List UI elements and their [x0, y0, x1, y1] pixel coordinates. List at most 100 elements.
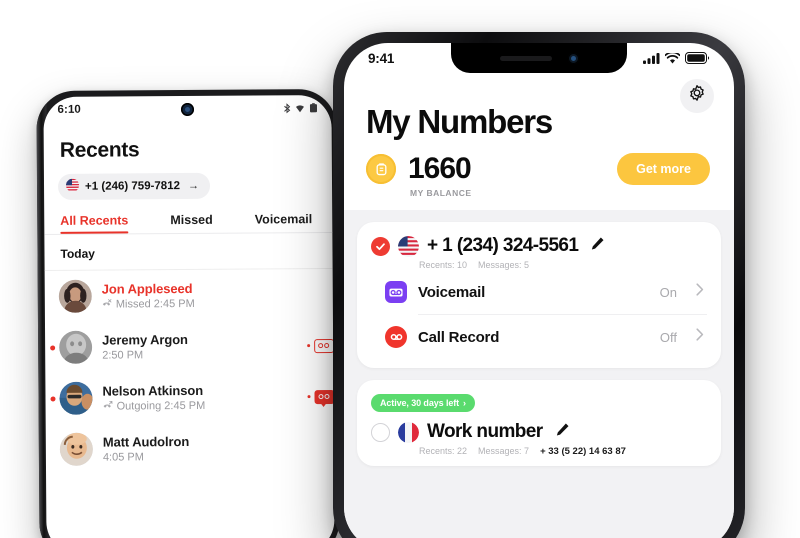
coin-icon	[366, 154, 396, 184]
messages-count: Messages: 5	[478, 260, 530, 270]
ios-status-bar: 9:41	[344, 43, 734, 73]
recents-count: Recents: 22	[419, 446, 468, 456]
number-card[interactable]: Active, 30 days left › Work number Recen…	[357, 380, 721, 466]
contact-name: Jon Appleseed	[101, 280, 193, 297]
us-flag-icon	[65, 178, 80, 195]
call-time: 2:50 PM	[102, 349, 144, 362]
contact-name: Nelson Atkinson	[102, 382, 204, 399]
pencil-icon[interactable]	[590, 236, 605, 256]
number-card[interactable]: + 1 (234) 324-5561 Recents: 10 Messages:…	[357, 222, 721, 368]
status-badge-text: Active, 30 days left	[380, 398, 460, 408]
battery-icon	[309, 103, 318, 113]
active-number-chip[interactable]: +1 (246) 759-7812 →	[57, 172, 211, 200]
fr-flag-icon	[398, 421, 419, 443]
status-time: 9:41	[368, 50, 395, 66]
numbers-list: + 1 (234) 324-5561 Recents: 10 Messages:…	[344, 210, 734, 538]
balance-amount: 1660	[408, 152, 472, 185]
chevron-right-icon	[696, 328, 704, 346]
tab-all-recents[interactable]: All Recents	[60, 213, 128, 233]
avatar	[59, 432, 93, 466]
avatar	[59, 330, 93, 364]
page-title: Recents	[59, 138, 140, 162]
call-record-icon	[385, 326, 407, 348]
option-label: Voicemail	[418, 283, 486, 301]
voicemail-icon	[313, 338, 334, 353]
unread-dot	[50, 395, 56, 401]
arrow-right-icon: →	[187, 179, 200, 192]
front-camera-punchhole	[180, 102, 195, 117]
voicemail-dot	[307, 395, 311, 399]
phone-number: + 33 (5 22) 14 63 87	[540, 446, 626, 457]
tab-voicemail[interactable]: Voicemail	[255, 212, 313, 232]
tab-missed[interactable]: Missed	[170, 213, 213, 233]
contact-name: Matt Audolron	[102, 433, 190, 450]
wifi-icon	[665, 52, 680, 64]
recents-count: Recents: 10	[419, 260, 468, 270]
us-flag-icon	[398, 235, 419, 257]
call-time: Missed 2:45 PM	[115, 297, 195, 311]
call-subtitle: 4:05 PM	[102, 450, 324, 464]
number-header-row: + 1 (234) 324-5561	[371, 235, 707, 257]
page-title: My Numbers	[366, 103, 553, 140]
gear-icon	[688, 84, 706, 108]
call-time: 4:05 PM	[102, 451, 144, 464]
call-subtitle: 2:50 PM	[102, 348, 297, 361]
voicemail-indicator[interactable]: 1:	[307, 389, 335, 404]
wifi-icon	[295, 104, 304, 113]
scene: 6:10 Recents +1 (246) 759-7812 → All Rec…	[0, 0, 800, 538]
day-section-label: Today	[60, 246, 96, 261]
unread-dot	[50, 344, 56, 350]
page-header: My Numbers 1660 Get more MY BALANCE	[344, 73, 734, 198]
status-icons	[283, 102, 318, 114]
phone-number: + 1 (234) 324-5561	[427, 235, 579, 256]
android-phone-mockup: 6:10 Recents +1 (246) 759-7812 → All Rec…	[36, 88, 340, 538]
voicemail-option-row[interactable]: Voicemail On	[371, 270, 707, 314]
voicemail-icon	[314, 389, 335, 404]
call-time: Outgoing 2:45 PM	[116, 399, 206, 413]
call-list-item[interactable]: Jon Appleseed Missed 2:45 PM	[45, 269, 333, 322]
number-meta: Recents: 22 Messages: 7 + 33 (5 22) 14 6…	[419, 446, 707, 457]
chevron-right-icon	[696, 283, 704, 301]
status-time: 6:10	[57, 103, 81, 116]
call-item-text: Nelson Atkinson Outgoing 2:45 PM	[102, 382, 297, 413]
iphone-screen: 9:41 My Numbers 1660 Get more MY BALANCE…	[344, 43, 734, 538]
missed-call-icon	[102, 298, 112, 311]
chevron-right-icon: ›	[463, 398, 466, 408]
option-value: On	[659, 284, 677, 300]
call-list-item[interactable]: Nelson Atkinson Outgoing 2:45 PM 1:	[45, 371, 335, 424]
status-icons	[643, 52, 710, 64]
number-meta: Recents: 10 Messages: 5	[419, 260, 707, 270]
recents-tabs: All Recents Missed Voicemail	[44, 198, 332, 234]
call-list-item[interactable]: Matt Audolron 4:05 PM	[46, 422, 334, 475]
number-header-row: Work number	[371, 421, 707, 443]
avatar	[59, 381, 93, 415]
messages-count: Messages: 7	[478, 446, 530, 456]
cellular-signal-icon	[643, 52, 660, 64]
number-label: Work number	[427, 421, 543, 442]
voicemail-indicator[interactable]: 2:	[306, 338, 335, 353]
call-list-item[interactable]: Jeremy Argon 2:50 PM 2:	[45, 320, 335, 373]
get-more-button[interactable]: Get more	[617, 153, 710, 185]
voicemail-icon	[385, 281, 407, 303]
contact-name: Jeremy Argon	[102, 332, 188, 348]
unselected-radio-icon[interactable]	[371, 422, 390, 442]
balance-label: MY BALANCE	[410, 188, 472, 198]
call-item-text: Jon Appleseed Missed 2:45 PM	[102, 280, 323, 312]
active-number-text: +1 (246) 759-7812	[84, 180, 181, 193]
iphone-mockup: 9:41 My Numbers 1660 Get more MY BALANCE…	[333, 32, 745, 538]
selected-check-icon[interactable]	[371, 236, 390, 256]
pencil-icon[interactable]	[555, 422, 570, 442]
balance-row: 1660 Get more	[366, 153, 712, 185]
voicemail-dot	[306, 344, 310, 348]
outgoing-call-icon	[103, 400, 113, 413]
option-label: Call Record	[418, 328, 500, 346]
call-item-text: Matt Audolron 4:05 PM	[103, 433, 324, 464]
settings-button[interactable]	[680, 79, 714, 113]
call-subtitle: Outgoing 2:45 PM	[103, 399, 298, 413]
battery-icon	[685, 52, 710, 64]
call-record-option-row[interactable]: Call Record Off	[371, 315, 707, 359]
bluetooth-icon	[283, 102, 291, 114]
android-status-bar: 6:10	[43, 95, 331, 123]
android-screen: 6:10 Recents +1 (246) 759-7812 → All Rec…	[43, 94, 335, 538]
status-badge[interactable]: Active, 30 days left ›	[371, 394, 475, 412]
